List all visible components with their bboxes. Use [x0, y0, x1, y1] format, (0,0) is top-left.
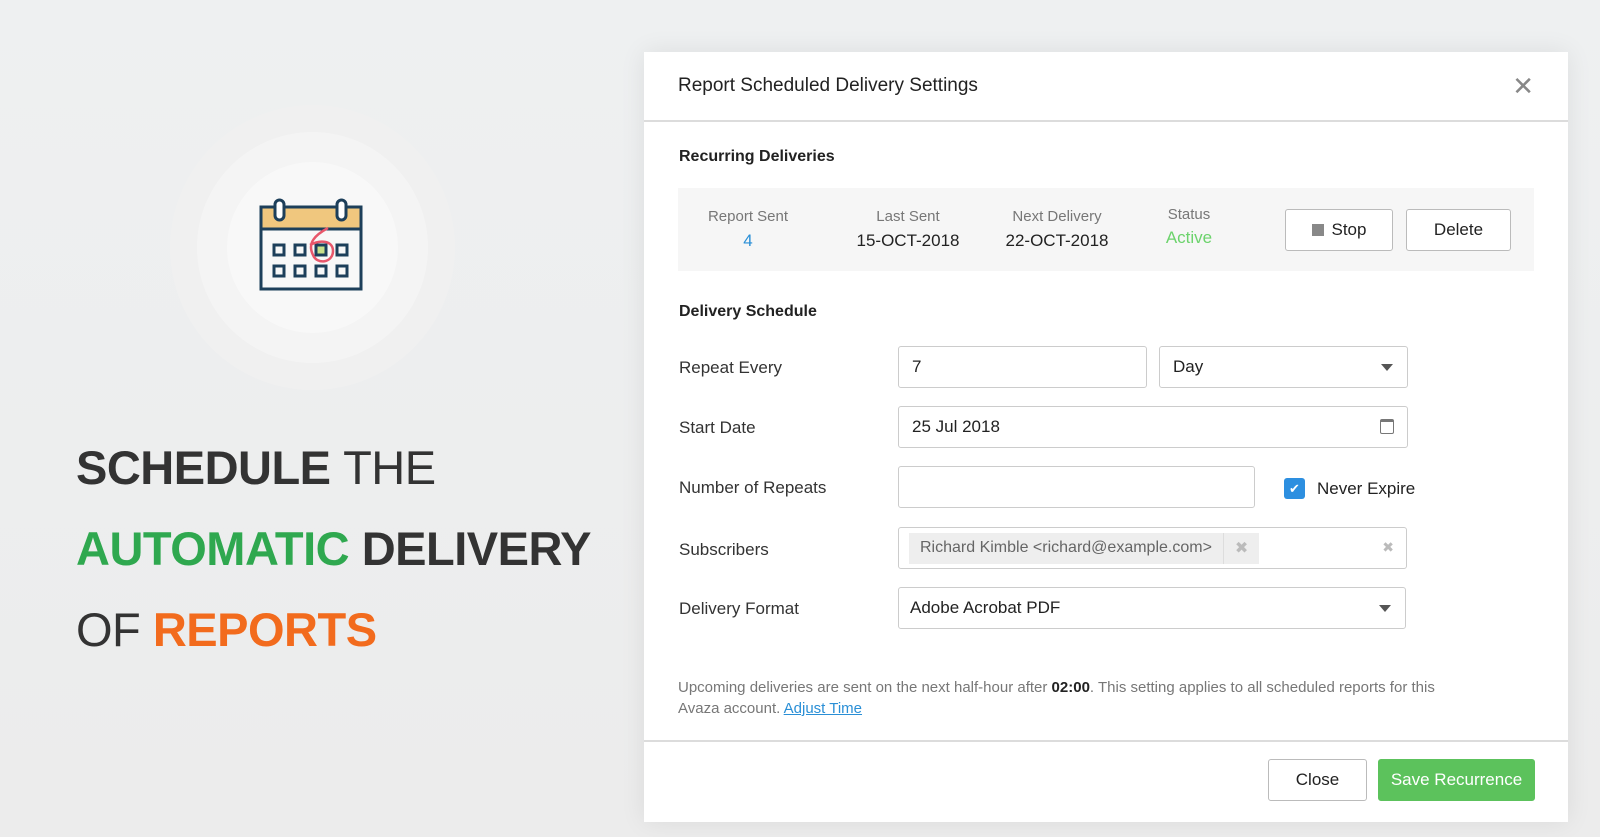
remove-tag-icon[interactable]: ✖: [1222, 532, 1259, 564]
chevron-down-icon: [1381, 364, 1393, 371]
repeat-every-label: Repeat Every: [679, 358, 782, 377]
delivery-format-label: Delivery Format: [679, 599, 799, 618]
close-icon[interactable]: ✕: [1512, 71, 1534, 102]
note-text: Upcoming deliveries are sent on the next…: [678, 679, 1052, 696]
clear-icon[interactable]: ✖: [1382, 539, 1394, 556]
number-of-repeats-input[interactable]: [898, 466, 1255, 508]
schedule-heading: Delivery Schedule: [679, 303, 817, 320]
checkbox-checked-icon: ✔: [1284, 478, 1305, 499]
start-date-input[interactable]: 25 Jul 2018: [898, 406, 1408, 448]
next-delivery-stat: Next Delivery 22-OCT-2018: [996, 208, 1118, 251]
close-button[interactable]: Close: [1268, 759, 1367, 801]
last-sent-stat: Last Sent 15-OCT-2018: [848, 208, 968, 251]
delivery-time: 02:00: [1051, 679, 1090, 696]
save-recurrence-button[interactable]: Save Recurrence: [1378, 759, 1535, 801]
repeats-label: Number of Repeats: [679, 478, 827, 497]
headline-line-1: SCHEDULE THE: [76, 441, 436, 494]
status-badge: Active: [1165, 228, 1213, 247]
stop-button[interactable]: Stop: [1285, 209, 1393, 251]
recurring-heading: Recurring Deliveries: [679, 148, 835, 165]
delivery-format-select[interactable]: Adobe Acrobat PDF: [898, 587, 1406, 629]
modal-footer-divider: [644, 740, 1568, 742]
delivery-time-note: Upcoming deliveries are sent on the next…: [678, 677, 1478, 719]
repeat-unit-value: Day: [1173, 357, 1204, 376]
next-delivery-value: 22-OCT-2018: [1005, 231, 1109, 250]
label: Report Sent: [707, 208, 789, 225]
stop-label: Stop: [1331, 220, 1367, 239]
start-date-label: Start Date: [679, 418, 756, 437]
calendar-icon: [259, 198, 363, 291]
chevron-down-icon: [1379, 605, 1391, 612]
subscriber-tag: Richard Kimble <richard@example.com> ✖: [909, 532, 1260, 564]
label: Last Sent: [876, 208, 940, 225]
subscribers-input[interactable]: Richard Kimble <richard@example.com> ✖ ✖: [898, 527, 1407, 569]
subscribers-label: Subscribers: [679, 540, 769, 559]
never-expire-label: Never Expire: [1317, 478, 1416, 498]
report-sent-value: 4: [743, 231, 753, 250]
repeat-unit-select[interactable]: Day: [1159, 346, 1408, 388]
modal-title: Report Scheduled Delivery Settings: [678, 75, 978, 96]
start-date-value: 25 Jul 2018: [912, 417, 1000, 436]
headline-line-2: AUTOMATIC DELIVERY: [76, 522, 592, 575]
last-sent-value: 15-OCT-2018: [856, 231, 960, 250]
label: Next Delivery: [1012, 208, 1102, 225]
subscriber-tag-label: Richard Kimble <richard@example.com>: [920, 539, 1212, 556]
scheduled-delivery-modal: Report Scheduled Delivery Settings ✕ Rec…: [644, 52, 1568, 822]
stop-icon: [1311, 224, 1324, 236]
modal-header: Report Scheduled Delivery Settings ✕: [644, 52, 1568, 122]
headline-line-3: OF REPORTS: [76, 603, 377, 656]
recurring-stats: Report Sent 4 Last Sent 15-OCT-2018 Next D…: [678, 188, 1534, 271]
delivery-format-value: Adobe Acrobat PDF: [910, 598, 1061, 617]
delete-button[interactable]: Delete: [1406, 209, 1511, 251]
never-expire-checkbox[interactable]: ✔ Never Expire: [1284, 478, 1415, 499]
label: Status: [1167, 206, 1211, 223]
adjust-time-link[interactable]: Adjust Time: [784, 700, 862, 717]
calendar-icon[interactable]: [1380, 419, 1394, 434]
report-sent-stat: Report Sent 4: [698, 208, 798, 251]
repeat-every-input[interactable]: 7: [898, 346, 1147, 388]
status-stat: Status Active: [1148, 206, 1230, 248]
